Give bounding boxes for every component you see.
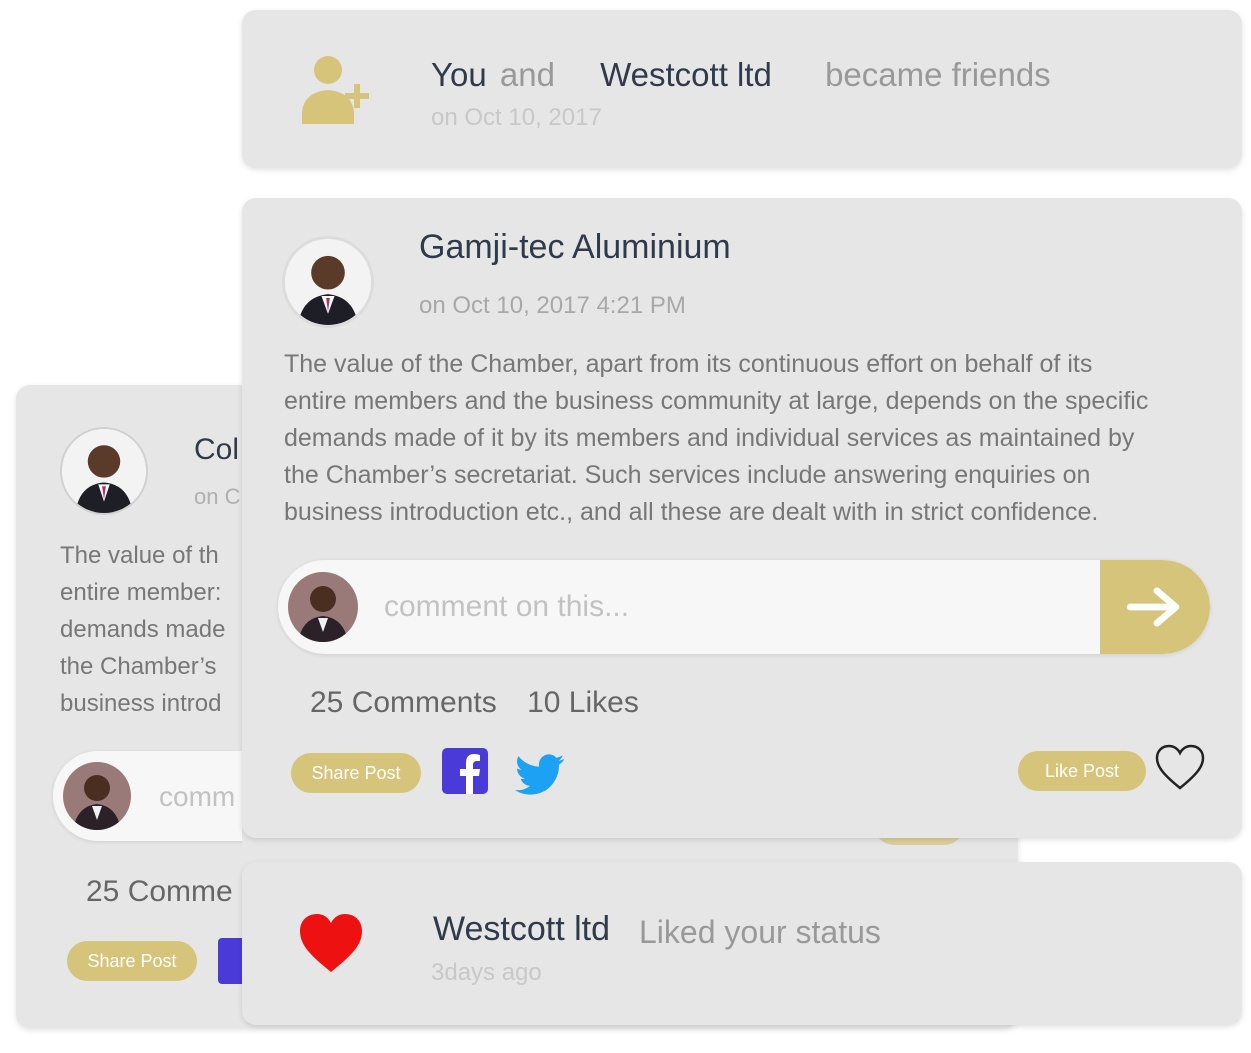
post-author-name[interactable]: Gamji-tec Aluminium — [419, 228, 731, 267]
friend-date: on Oct 10, 2017 — [431, 104, 602, 131]
post-body-line: the Chamber’s secretariat. Such services… — [284, 461, 1091, 489]
friend-notification-card[interactable]: You and Westcott ltd became friends on O… — [242, 10, 1242, 168]
post-body-line: The value of the Chamber, apart from its… — [284, 350, 1093, 378]
share-post-button[interactable]: Share Post — [291, 753, 421, 793]
twitter-icon[interactable] — [515, 754, 565, 796]
send-comment-button[interactable] — [1100, 560, 1210, 654]
comments-count[interactable]: 25 Comments — [310, 686, 497, 719]
post-body-line: business introduction etc., and all thes… — [284, 498, 1099, 526]
like-post-button[interactable]: Like Post — [1018, 751, 1146, 791]
back-post-visible-area: Col on C The value of th entire member: … — [16, 385, 242, 1028]
post-stats: 25 Comments 10 Likes — [310, 686, 639, 720]
friend-headline: You and Westcott ltd became friends — [431, 56, 1051, 94]
like-notification-card[interactable]: Westcott ltd Liked your status 3days ago — [242, 862, 1242, 1025]
back-post-body-line: business introd — [60, 690, 222, 717]
back-post-body-line: the Chamber’s — [60, 653, 217, 680]
friend-name-link[interactable]: Westcott ltd — [600, 56, 772, 93]
arrow-right-icon — [1126, 587, 1180, 627]
friend-you: You — [431, 56, 487, 93]
heart-outline-icon[interactable] — [1154, 743, 1206, 791]
post-body-line: demands made of it by its members and in… — [284, 424, 1135, 452]
post-body-line: entire members and the business communit… — [284, 387, 1149, 415]
back-post-author[interactable]: Col — [194, 433, 239, 467]
comment-bar: comment on this... — [278, 560, 1210, 654]
liked-action: Liked your status — [639, 914, 881, 950]
friend-action: became friends — [825, 56, 1051, 93]
heart-icon — [298, 912, 364, 974]
post-body: The value of the Chamber, apart from its… — [284, 346, 1148, 531]
back-share-post-button[interactable]: Share Post — [67, 941, 197, 981]
back-post-comments-count[interactable]: 25 Comme — [86, 875, 233, 909]
friend-and: and — [499, 56, 555, 93]
back-post-date: on C — [194, 484, 241, 509]
back-facebook-icon[interactable] — [218, 938, 242, 984]
back-post-body-line: The value of th — [60, 542, 219, 569]
back-post-body: The value of th entire member: demands m… — [60, 537, 225, 722]
post-date: on Oct 10, 2017 4:21 PM — [419, 292, 686, 319]
back-post-body-line: demands made — [60, 616, 226, 643]
facebook-icon[interactable] — [442, 748, 488, 794]
commenter-avatar — [288, 572, 358, 642]
back-post-avatar — [60, 427, 148, 515]
likes-count[interactable]: 10 Likes — [527, 686, 639, 719]
post-author-avatar[interactable] — [282, 236, 374, 328]
back-post-comment-bar[interactable]: comm — [53, 751, 242, 841]
back-comment-input[interactable]: comm — [159, 781, 235, 813]
post-card: Gamji-tec Aluminium on Oct 10, 2017 4:21… — [242, 198, 1242, 838]
liked-time: 3days ago — [431, 959, 542, 986]
back-commenter-avatar — [63, 762, 131, 830]
back-post-body-line: entire member: — [60, 579, 222, 606]
liked-name-link[interactable]: Westcott ltd — [433, 910, 610, 949]
add-friend-icon — [298, 52, 374, 124]
comment-input[interactable]: comment on this... — [384, 590, 629, 624]
